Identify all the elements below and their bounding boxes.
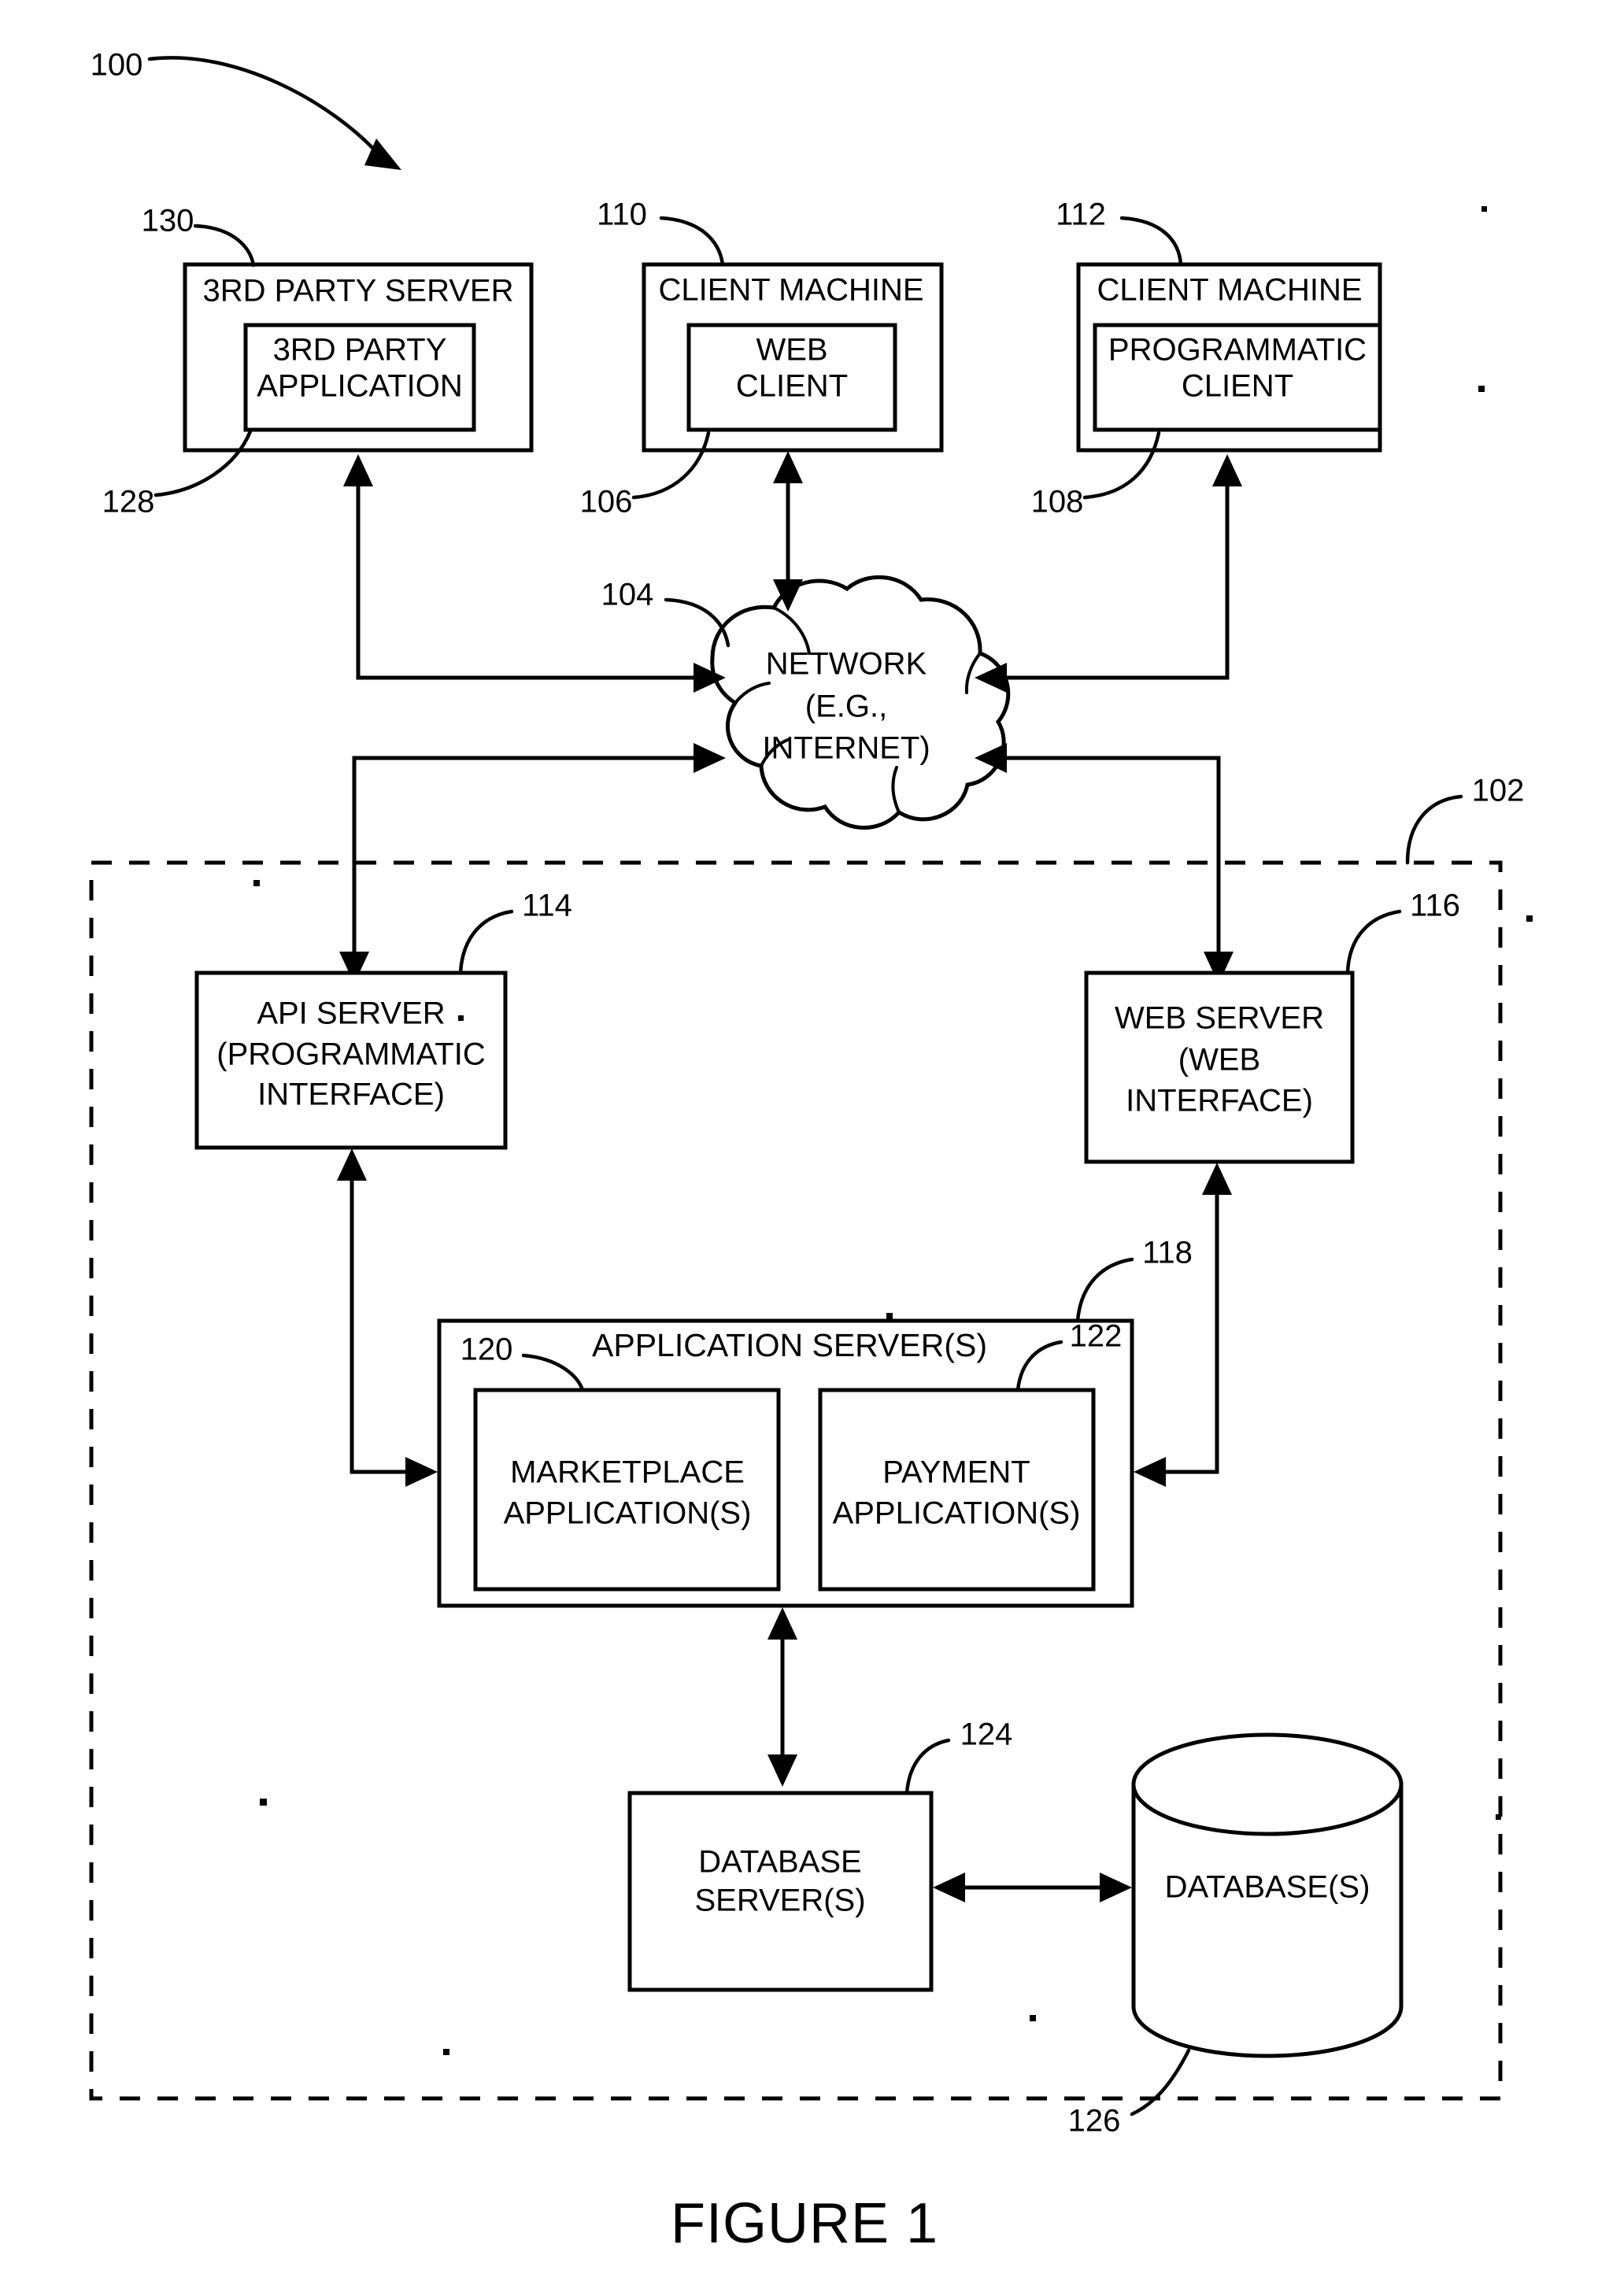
arrow-apiserver-appserver [337, 1148, 438, 1487]
ref-112-leader [1119, 216, 1183, 267]
ref-122: 122 [1070, 1319, 1123, 1354]
arrow-progclient-network [975, 454, 1242, 693]
client-machine-web-title: CLIENT MACHINE [658, 273, 923, 308]
ref-126: 126 [1068, 2104, 1121, 2139]
web-client-line1: WEB [756, 333, 827, 368]
ref-112: 112 [1056, 198, 1106, 232]
web-server-line1: WEB SERVER [1115, 1001, 1324, 1036]
ref-106: 106 [580, 485, 633, 519]
network-line2: (E.G., [805, 690, 887, 724]
database-label: DATABASE(S) [1165, 1870, 1370, 1905]
ref-124: 124 [960, 1717, 1013, 1752]
ref-110: 110 [597, 198, 647, 232]
api-server-line1: API SERVER [257, 996, 445, 1031]
ref-116: 116 [1410, 889, 1460, 923]
arrow-dbserver-database [933, 1873, 1132, 1902]
ref-104: 104 [601, 578, 654, 612]
third-party-server-title: 3RD PARTY SERVER [203, 274, 514, 309]
speck-mark [1030, 2015, 1036, 2021]
speck-mark [1481, 206, 1487, 212]
arrow-webclient-network [773, 451, 803, 612]
patent-figure-page: 100 3RD PARTY SERVER 3RD PARTY APPLICATI… [0, 0, 1609, 2296]
ref-102-leader [1405, 794, 1463, 865]
web-server-line3: INTERFACE) [1126, 1084, 1313, 1118]
figure-canvas: 100 3RD PARTY SERVER 3RD PARTY APPLICATI… [89, 48, 1533, 2255]
ref-102: 102 [1472, 774, 1525, 808]
third-party-application-line1: 3RD PARTY [273, 333, 447, 368]
network-line3: INTERNET) [762, 731, 930, 766]
ref-120: 120 [461, 1333, 513, 1367]
ref-108: 108 [1031, 485, 1084, 519]
ref-110-leader [659, 216, 725, 267]
web-client-line2: CLIENT [736, 369, 848, 404]
system-ref-leader [147, 56, 401, 170]
ref-130: 130 [142, 204, 194, 238]
arrow-appserver-dbserver [768, 1607, 797, 1787]
client-machine-prog-title: CLIENT MACHINE [1097, 273, 1362, 308]
speck-mark [1526, 915, 1533, 922]
marketplace-application-line2: APPLICATION(S) [504, 1496, 752, 1531]
arrow-webserver-appserver [1134, 1163, 1232, 1487]
database-server-line1: DATABASE [698, 1845, 861, 1880]
figure-caption: FIGURE 1 [671, 2192, 938, 2255]
speck-mark [1496, 1814, 1501, 1820]
programmatic-client-line1: PROGRAMMATIC [1108, 333, 1367, 368]
ref-116-leader [1345, 909, 1402, 974]
speck-mark [443, 2049, 449, 2055]
payment-application-line1: PAYMENT [882, 1455, 1030, 1490]
ref-130-leader [193, 224, 256, 268]
web-server-line2: (WEB [1178, 1043, 1260, 1078]
network-line1: NETWORK [766, 647, 927, 682]
ref-114-leader [458, 909, 514, 974]
speck-mark [458, 1015, 464, 1021]
api-server-line3: INTERFACE) [257, 1078, 445, 1112]
ref-114: 114 [522, 889, 572, 923]
database-server-line2: SERVER(S) [694, 1884, 865, 1918]
programmatic-client-line2: CLIENT [1182, 369, 1293, 404]
payment-application-line2: APPLICATION(S) [833, 1496, 1081, 1531]
ref-124-leader [904, 1738, 951, 1795]
speck-mark [260, 1799, 267, 1806]
ref-126-leader [1130, 2048, 1191, 2117]
arrow-thirdparty-network [343, 454, 726, 693]
ref-100: 100 [91, 48, 143, 83]
speck-mark [1478, 386, 1485, 392]
application-server-title: APPLICATION SERVER(S) [592, 1327, 987, 1363]
marketplace-application-line1: MARKETPLACE [510, 1455, 745, 1490]
ref-128: 128 [102, 485, 155, 519]
third-party-application-line2: APPLICATION [257, 369, 463, 404]
ref-118-leader [1075, 1257, 1134, 1323]
speck-mark [886, 1313, 893, 1319]
ref-118: 118 [1142, 1236, 1193, 1270]
api-server-line2: (PROGRAMMATIC [216, 1037, 485, 1072]
speck-mark [253, 880, 260, 886]
